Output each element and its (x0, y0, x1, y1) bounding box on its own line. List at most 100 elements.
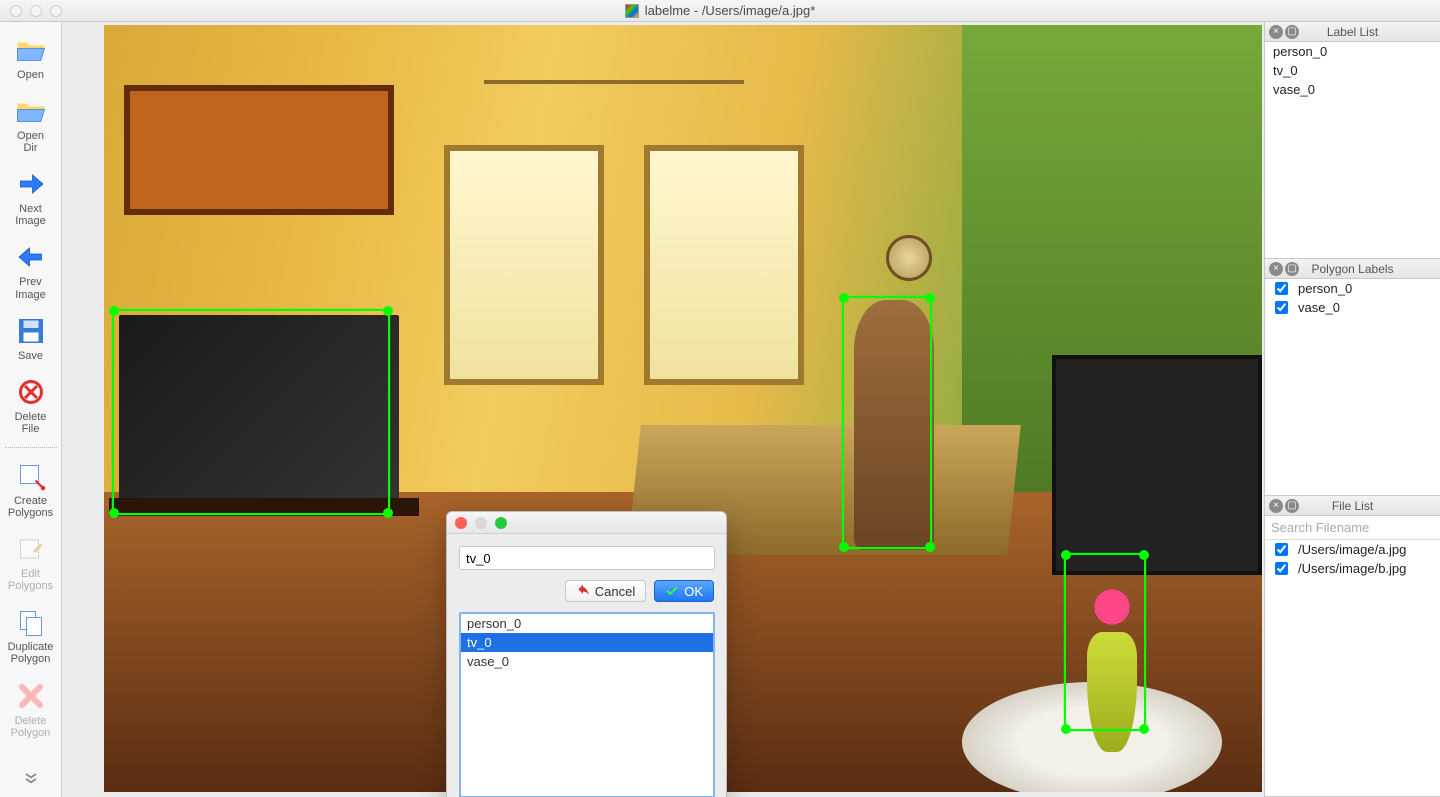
polygon-create-icon (13, 458, 49, 494)
panel-float-icon[interactable]: ▢ (1285, 262, 1299, 276)
toolbar-divider (5, 447, 57, 448)
label-list-panel: × ▢ Label List person_0tv_0vase_0 (1265, 22, 1440, 259)
label-option[interactable]: tv_0 (461, 633, 713, 652)
panel-close-icon[interactable]: × (1269, 499, 1283, 513)
delete-polygon-button[interactable]: Delete Polygon (2, 674, 60, 745)
scene-decor (1077, 582, 1147, 632)
polygon-label-checkbox[interactable] (1275, 301, 1288, 314)
bbox-handle[interactable] (839, 293, 849, 303)
bbox-handle[interactable] (925, 293, 935, 303)
folder-open-icon (13, 93, 49, 129)
save-button[interactable]: Save (2, 309, 60, 368)
canvas-area[interactable]: Cancel OK person_0tv_0vase_0 (62, 22, 1264, 797)
panel-float-icon[interactable]: ▢ (1285, 25, 1299, 39)
next-image-label: Next Image (15, 203, 46, 227)
scene-decor (886, 235, 932, 281)
edit-polygons-label: Edit Polygons (8, 568, 53, 592)
scene-decor (854, 300, 934, 550)
panel-float-icon[interactable]: ▢ (1285, 499, 1299, 513)
window-titlebar: labelme - /Users/image/a.jpg* (0, 0, 1440, 22)
window-title-text: labelme - /Users/image/a.jpg* (645, 3, 816, 18)
scene-decor (124, 85, 394, 215)
label-options-list[interactable]: person_0tv_0vase_0 (459, 612, 715, 797)
polygon-labels-body[interactable]: person_0 vase_0 (1265, 279, 1440, 495)
panel-close-icon[interactable]: × (1269, 262, 1283, 276)
scene-decor (109, 498, 419, 516)
arrow-right-icon (13, 166, 49, 202)
panel-close-icon[interactable]: × (1269, 25, 1283, 39)
file-list-checkbox[interactable] (1275, 562, 1288, 575)
save-label: Save (18, 350, 43, 362)
duplicate-polygon-label: Duplicate Polygon (8, 641, 54, 665)
file-list-header[interactable]: × ▢ File List (1265, 496, 1440, 516)
file-list-checkbox[interactable] (1275, 543, 1288, 556)
next-image-button[interactable]: Next Image (2, 162, 60, 233)
file-list-item[interactable]: /Users/image/b.jpg (1265, 559, 1440, 578)
label-list-item[interactable]: tv_0 (1265, 61, 1440, 80)
arrow-left-icon (13, 239, 49, 275)
left-toolbar: Open Open Dir Next Image Prev Image Save Dele… (0, 22, 62, 797)
scene-decor (119, 315, 399, 500)
label-list-body[interactable]: person_0tv_0vase_0 (1265, 42, 1440, 258)
polygon-labels-header[interactable]: × ▢ Polygon Labels (1265, 259, 1440, 279)
label-option[interactable]: person_0 (461, 614, 713, 633)
file-list-body[interactable]: /Users/image/a.jpg/Users/image/b.jpg (1265, 540, 1440, 796)
scene-decor (1087, 632, 1137, 752)
open-dir-button[interactable]: Open Dir (2, 89, 60, 160)
scene-decor (644, 145, 804, 385)
label-list-header[interactable]: × ▢ Label List (1265, 22, 1440, 42)
window-title: labelme - /Users/image/a.jpg* (0, 3, 1440, 18)
scene-decor (444, 145, 604, 385)
label-option[interactable]: vase_0 (461, 652, 713, 671)
cancel-button[interactable]: Cancel (565, 580, 646, 602)
open-label: Open (17, 69, 44, 81)
check-icon (665, 584, 679, 598)
label-list-item[interactable]: person_0 (1265, 42, 1440, 61)
dialog-minimize-button[interactable] (475, 517, 487, 529)
folder-open-icon (13, 32, 49, 68)
cancel-label: Cancel (595, 584, 635, 599)
bbox-handle[interactable] (109, 306, 119, 316)
polygon-edit-icon (13, 531, 49, 567)
file-search-input[interactable] (1265, 516, 1440, 540)
delete-circle-icon (13, 374, 49, 410)
delete-file-button[interactable]: Delete File (2, 370, 60, 441)
delete-polygon-label: Delete Polygon (11, 715, 51, 739)
file-list-path: /Users/image/b.jpg (1298, 561, 1406, 576)
create-polygons-button[interactable]: Create Polygons (2, 454, 60, 525)
duplicate-icon (13, 604, 49, 640)
dialog-maximize-button[interactable] (495, 517, 507, 529)
right-panels: × ▢ Label List person_0tv_0vase_0 × ▢ Po… (1264, 22, 1440, 797)
label-list-item[interactable]: vase_0 (1265, 80, 1440, 99)
app-icon (625, 4, 639, 18)
open-button[interactable]: Open (2, 28, 60, 87)
polygon-label-item[interactable]: person_0 (1265, 279, 1440, 298)
open-dir-label: Open Dir (17, 130, 44, 154)
file-list-panel: × ▢ File List /Users/image/a.jpg/Users/i… (1265, 496, 1440, 797)
scene-decor (484, 40, 744, 110)
polygon-label-text: person_0 (1298, 281, 1352, 296)
polygon-label-checkbox[interactable] (1275, 282, 1288, 295)
file-list-item[interactable]: /Users/image/a.jpg (1265, 540, 1440, 559)
floppy-icon (13, 313, 49, 349)
edit-polygons-button[interactable]: Edit Polygons (2, 527, 60, 598)
ok-label: OK (684, 584, 703, 599)
polygon-label-item[interactable]: vase_0 (1265, 298, 1440, 317)
ok-button[interactable]: OK (654, 580, 714, 602)
polygon-label-text: vase_0 (1298, 300, 1340, 315)
delete-file-label: Delete File (15, 411, 47, 435)
prev-image-label: Prev Image (15, 276, 46, 300)
undo-icon (576, 584, 590, 598)
label-dialog: Cancel OK person_0tv_0vase_0 (446, 511, 727, 797)
dialog-close-button[interactable] (455, 517, 467, 529)
scene-decor (1052, 355, 1262, 575)
create-polygons-label: Create Polygons (8, 495, 53, 519)
label-input[interactable] (459, 546, 715, 570)
toolbar-expand-icon[interactable] (21, 769, 41, 797)
x-icon (13, 678, 49, 714)
polygon-labels-panel: × ▢ Polygon Labels person_0 vase_0 (1265, 259, 1440, 496)
prev-image-button[interactable]: Prev Image (2, 235, 60, 306)
file-list-path: /Users/image/a.jpg (1298, 542, 1406, 557)
duplicate-polygon-button[interactable]: Duplicate Polygon (2, 600, 60, 671)
dialog-titlebar[interactable] (447, 512, 726, 534)
